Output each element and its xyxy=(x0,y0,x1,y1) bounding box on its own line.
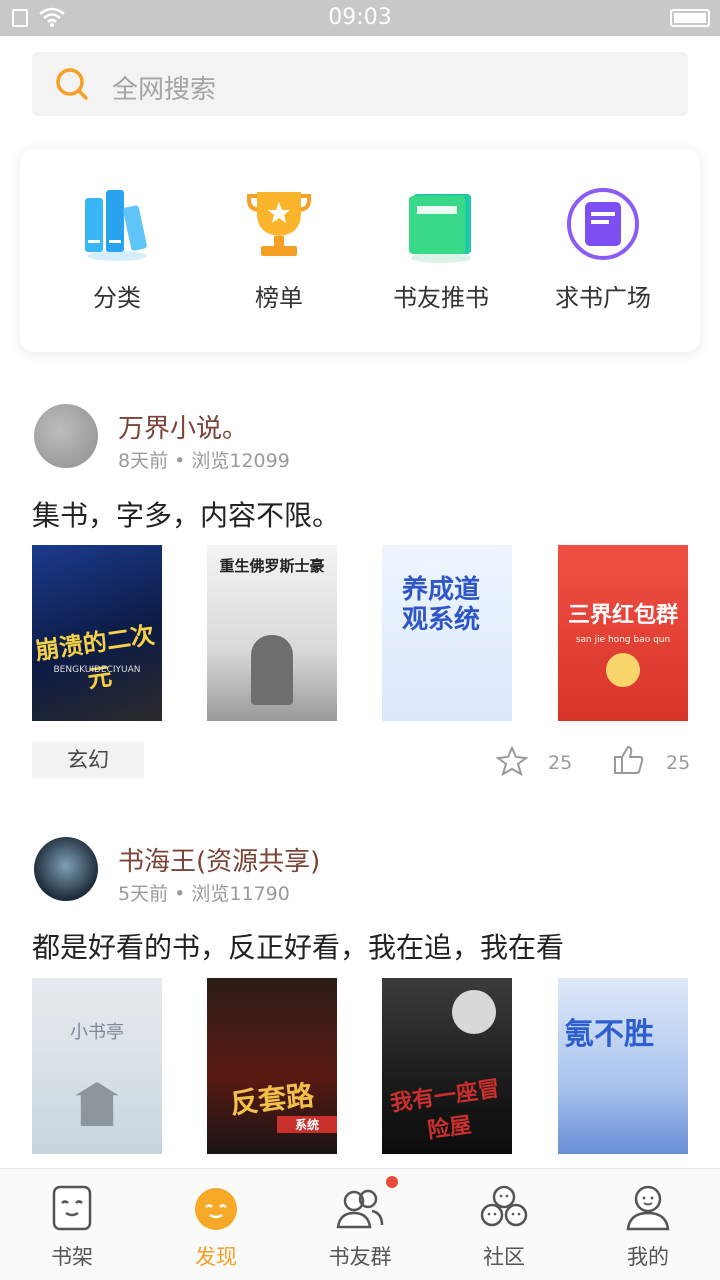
discover-icon xyxy=(195,1188,237,1230)
book-subtitle: san jie hong bao qun xyxy=(575,635,671,645)
notification-dot xyxy=(386,1176,398,1188)
nav-book-recommend[interactable]: 书友推书 xyxy=(356,186,526,313)
category-books-icon xyxy=(77,186,157,266)
nav-label: 分类 xyxy=(93,284,141,312)
book-cover[interactable]: 反套路 系统 xyxy=(207,978,337,1154)
nav-book-request[interactable]: 求书广场 xyxy=(518,186,688,313)
nav-label: 榜单 xyxy=(255,284,303,312)
community-icon xyxy=(480,1185,528,1227)
book-cover[interactable]: 氪不胜 xyxy=(558,978,688,1154)
post-content: 集书，字多，内容不限。 xyxy=(32,499,341,532)
book-subtitle: BENGKUIDECIYUAN xyxy=(53,665,141,675)
status-bar: 09:03 xyxy=(0,0,720,36)
tab-bookshelf[interactable]: 书架 xyxy=(0,1169,144,1280)
bookshelf-icon xyxy=(52,1185,92,1231)
purple-book-icon xyxy=(563,186,643,266)
post-meta: 5天前 • 浏览11790 xyxy=(118,883,290,905)
favorite-count: 25 xyxy=(548,752,573,774)
tab-mine[interactable]: 我的 xyxy=(576,1169,720,1280)
book-title: 养成道观系统 xyxy=(402,575,481,635)
nav-category[interactable]: 分类 xyxy=(32,186,202,313)
post-content: 都是好看的书，反正好看，我在追，我在看 xyxy=(32,931,565,964)
tab-label: 社区 xyxy=(483,1245,525,1269)
post-meta: 8天前 • 浏览12099 xyxy=(118,450,290,472)
green-book-icon xyxy=(401,186,481,266)
avatar[interactable] xyxy=(34,837,98,901)
book-subtitle: 系统 xyxy=(277,1116,337,1133)
genre-tag[interactable]: 玄幻 xyxy=(32,742,144,778)
profile-icon xyxy=(626,1185,670,1231)
book-title: 氪不胜 xyxy=(564,1017,654,1052)
tab-label: 发现 xyxy=(195,1245,237,1269)
search-icon xyxy=(56,68,88,100)
quick-nav-card: 分类 榜单 书友推书 求书广场 xyxy=(20,148,700,352)
avatar[interactable] xyxy=(34,404,98,468)
nav-label: 书友推书 xyxy=(393,284,489,312)
group-icon xyxy=(336,1189,384,1229)
star-icon[interactable] xyxy=(496,745,528,777)
bottom-tab-bar: 书架 发现 书友群 社区 我的 xyxy=(0,1168,720,1280)
book-cover[interactable]: 重生佛罗斯士豪 xyxy=(207,545,337,721)
book-title: 我有一座冒险屋 xyxy=(388,1076,502,1144)
nav-label: 求书广场 xyxy=(555,284,651,312)
like-count: 25 xyxy=(666,752,691,774)
post-author[interactable]: 书海王(资源共享) xyxy=(118,841,320,878)
battery-icon xyxy=(670,9,710,27)
post-author[interactable]: 万界小说。 xyxy=(118,408,248,445)
book-title: 崩溃的二次元 xyxy=(33,620,157,694)
status-time: 09:03 xyxy=(328,5,392,30)
thumbs-up-icon[interactable] xyxy=(612,743,646,777)
book-title: 重生佛罗斯士豪 xyxy=(219,557,325,575)
search-placeholder: 全网搜索 xyxy=(112,75,217,105)
tab-label: 书架 xyxy=(51,1245,93,1269)
book-cover[interactable]: 崩溃的二次元 BENGKUIDECIYUAN xyxy=(32,545,162,721)
tab-label: 我的 xyxy=(627,1245,669,1269)
tab-book-group[interactable]: 书友群 xyxy=(288,1169,432,1280)
book-cover[interactable]: 三界红包群 san jie hong bao qun xyxy=(558,545,688,721)
book-cover[interactable]: 我有一座冒险屋 xyxy=(382,978,512,1154)
book-title: 小书亭 xyxy=(70,1022,124,1043)
tab-label: 书友群 xyxy=(328,1245,392,1269)
book-cover[interactable]: 养成道观系统 xyxy=(382,545,512,721)
trophy-icon xyxy=(239,186,319,266)
book-title: 三界红包群 xyxy=(567,603,678,628)
search-bar[interactable]: 全网搜索 xyxy=(32,52,688,116)
book-cover[interactable]: 小书亭 xyxy=(32,978,162,1154)
tab-discover[interactable]: 发现 xyxy=(144,1169,288,1280)
nav-ranking[interactable]: 榜单 xyxy=(194,186,364,313)
tab-community[interactable]: 社区 xyxy=(432,1169,576,1280)
